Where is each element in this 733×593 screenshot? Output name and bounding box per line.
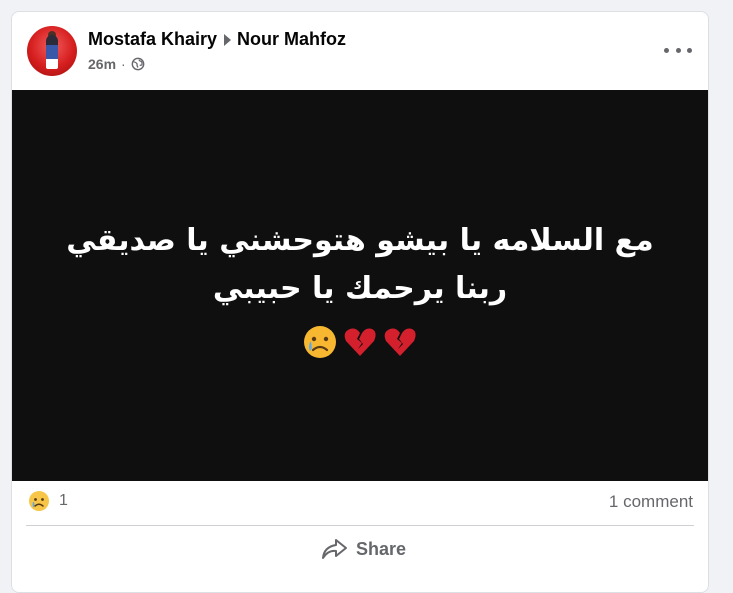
post-text-background: مع السلامه يا بيشو هتوحشني يا صديقي ربنا… [12, 90, 708, 481]
recipient-name[interactable]: Nour Mahfoz [237, 29, 346, 50]
share-icon [322, 539, 347, 559]
reaction-bar: 1 1 comment [12, 481, 708, 525]
triangle-right-icon [224, 33, 232, 46]
post-names: Mostafa Khairy Nour Mahfoz [88, 29, 346, 50]
avatar-figure [46, 35, 58, 69]
post-text-line-2: ربنا يرحمك يا حبيبي [212, 271, 508, 306]
broken-heart-icon [384, 328, 416, 356]
post-header: Mostafa Khairy Nour Mahfoz 26m · [12, 12, 708, 90]
avatar[interactable] [27, 26, 77, 76]
post-text-line-1: مع السلامه يا بيشو هتوحشني يا صديقي [66, 223, 654, 258]
broken-heart-icon [344, 328, 376, 356]
share-label: Share [356, 538, 407, 559]
emoji-row [12, 324, 708, 360]
reaction-count[interactable]: 1 [59, 492, 68, 510]
post-text: مع السلامه يا بيشو هتوحشني يا صديقي ربنا… [12, 217, 708, 313]
crying-face-icon [304, 326, 336, 358]
comment-count-link[interactable]: 1 comment [609, 492, 693, 512]
author-name[interactable]: Mostafa Khairy [88, 29, 217, 50]
sad-reaction-icon[interactable] [28, 490, 50, 512]
post-card: Mostafa Khairy Nour Mahfoz 26m · مع السل… [11, 11, 709, 593]
post-meta: 26m · [88, 56, 145, 72]
more-options-icon[interactable] [664, 40, 692, 60]
divider [26, 525, 694, 526]
share-button[interactable]: Share [312, 533, 414, 565]
post-timestamp[interactable]: 26m [88, 56, 116, 72]
globe-icon[interactable] [131, 57, 145, 71]
separator-dot: · [121, 56, 126, 72]
